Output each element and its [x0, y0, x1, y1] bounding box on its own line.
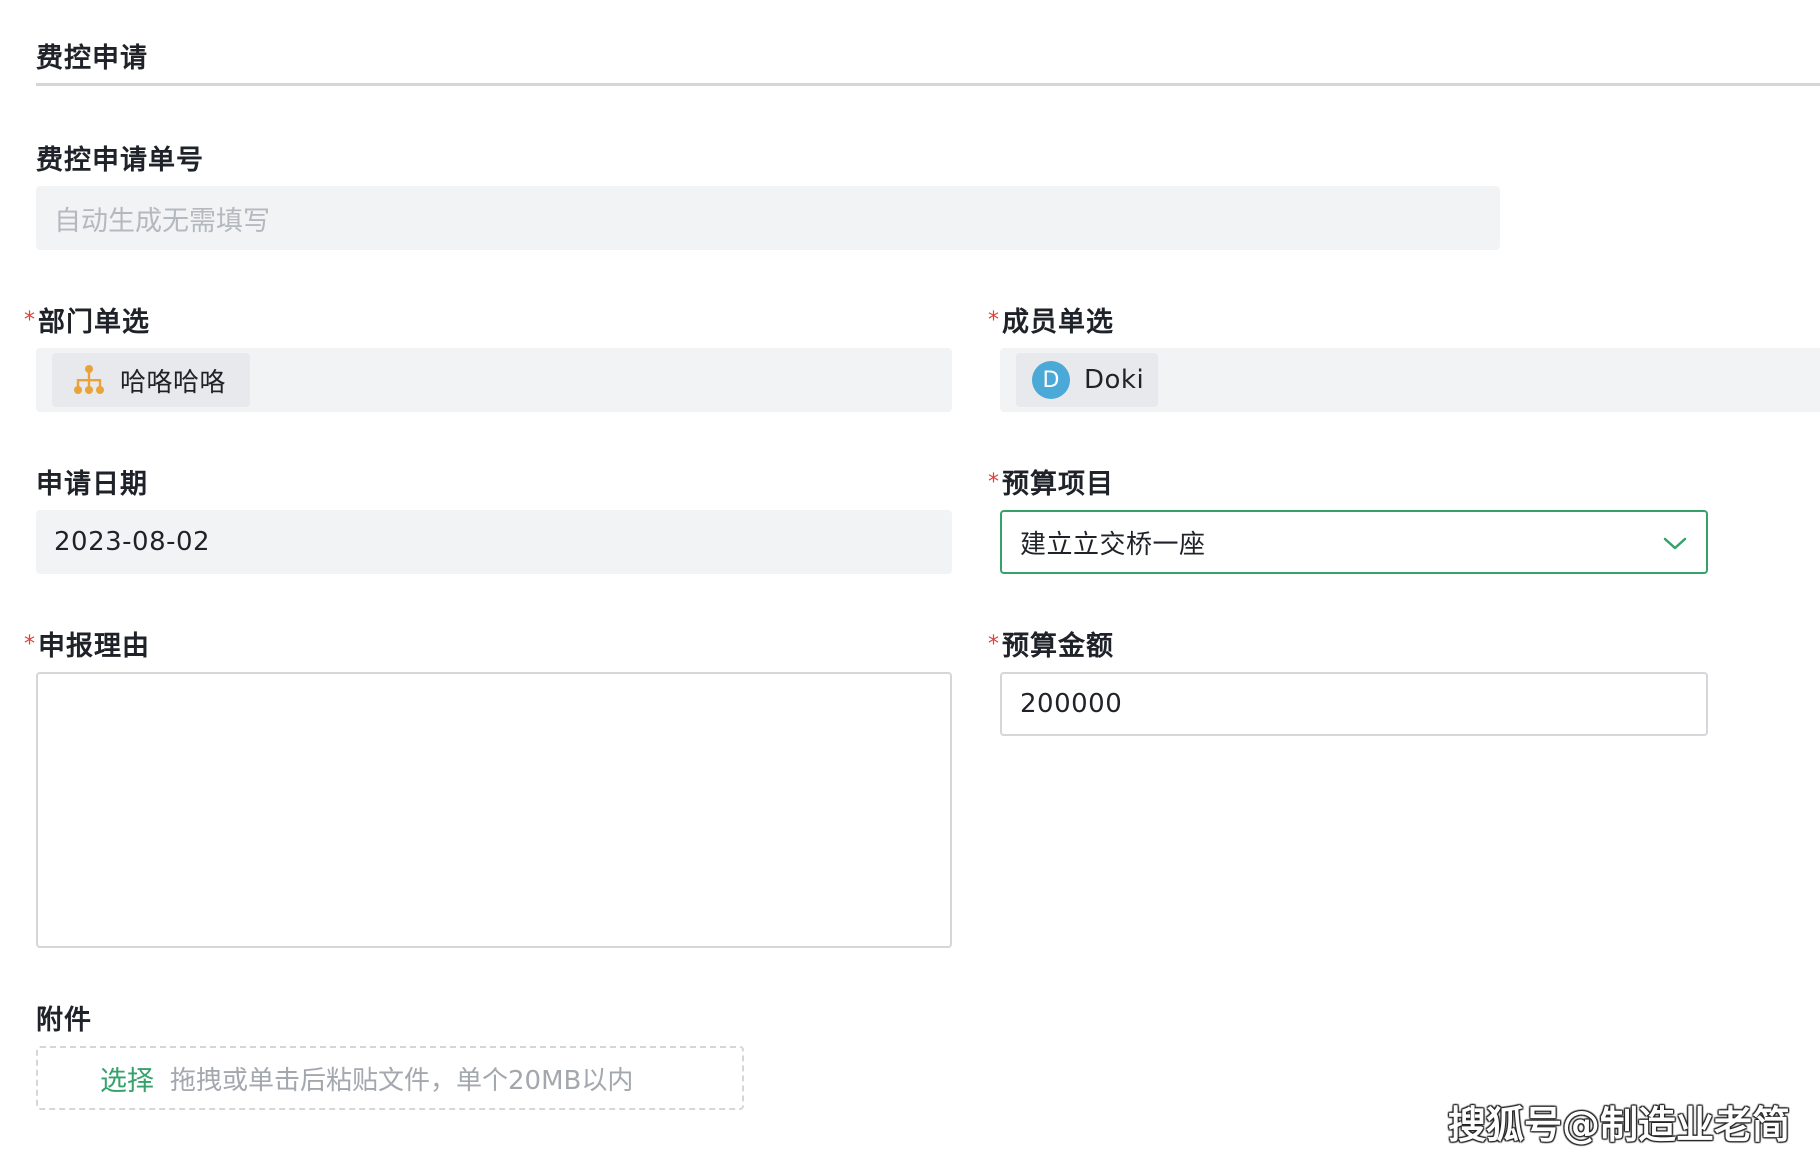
attachment-label: 附件 [36, 1005, 92, 1036]
reason-label-text: 申报理由 [38, 631, 150, 662]
section-title: 费控申请 [36, 43, 148, 74]
attachment-select-link[interactable]: 选择 [100, 1059, 154, 1098]
apply-date-value: 2023-08-02 [54, 527, 211, 557]
application-no-label: 费控申请单号 [36, 145, 204, 176]
member-select[interactable]: D Doki [1000, 348, 1820, 412]
member-label: *成员单选 [988, 300, 1114, 339]
avatar-initial: D [1042, 367, 1060, 393]
department-tag[interactable]: 哈咯哈咯 [52, 353, 250, 407]
budget-amount-input[interactable]: 200000 [1000, 672, 1708, 736]
budget-amount-label-text: 预算金额 [1002, 631, 1114, 662]
apply-date-field: 2023-08-02 [36, 510, 952, 574]
chevron-down-icon[interactable] [1662, 532, 1688, 554]
department-select[interactable]: 哈咯哈咯 [36, 348, 952, 412]
member-value: Doki [1084, 365, 1145, 395]
reason-textarea[interactable] [36, 672, 952, 948]
member-label-text: 成员单选 [1002, 307, 1114, 338]
attachment-dropzone[interactable]: 选择 拖拽或单击后粘贴文件，单个20MB以内 [36, 1046, 744, 1110]
department-label-text: 部门单选 [38, 307, 150, 338]
required-mark: * [988, 470, 1000, 495]
application-no-field: 自动生成无需填写 [36, 186, 1500, 250]
apply-date-label: 申请日期 [36, 469, 148, 500]
reason-label: *申报理由 [24, 624, 150, 663]
department-value: 哈咯哈咯 [120, 367, 227, 398]
required-mark: * [24, 308, 36, 333]
department-label: *部门单选 [24, 300, 150, 339]
required-mark: * [988, 308, 1000, 333]
budget-item-value: 建立立交桥一座 [1020, 529, 1206, 560]
required-mark: * [988, 632, 1000, 657]
avatar: D [1032, 361, 1070, 399]
budget-item-select[interactable]: 建立立交桥一座 [1000, 510, 1708, 574]
watermark: 搜狐号@制造业老简 [1448, 1103, 1791, 1147]
budget-item-label: *预算项目 [988, 462, 1114, 501]
budget-item-label-text: 预算项目 [1002, 469, 1114, 500]
member-tag[interactable]: D Doki [1016, 353, 1158, 407]
required-mark: * [24, 632, 36, 657]
section-divider [36, 83, 1820, 86]
attachment-hint: 拖拽或单击后粘贴文件，单个20MB以内 [170, 1065, 634, 1096]
budget-amount-label: *预算金额 [988, 624, 1114, 663]
org-chart-icon [72, 363, 106, 397]
application-no-placeholder: 自动生成无需填写 [54, 205, 270, 237]
budget-amount-value: 200000 [1020, 689, 1123, 719]
